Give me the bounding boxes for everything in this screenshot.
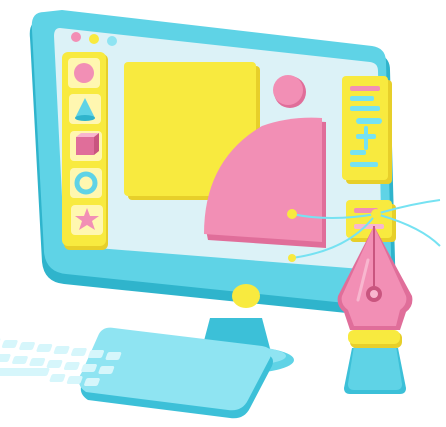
anchor-point (288, 254, 296, 262)
toolbar (62, 52, 108, 250)
cube-icon (70, 131, 102, 161)
anchor-point (287, 209, 297, 219)
anchor-point (371, 209, 381, 219)
side-panel (342, 76, 392, 184)
star-icon (71, 205, 103, 235)
design-scene (0, 10, 441, 419)
cone-icon (69, 94, 101, 124)
ring-icon (70, 168, 102, 198)
circle-icon (68, 58, 100, 88)
power-button (232, 284, 260, 308)
